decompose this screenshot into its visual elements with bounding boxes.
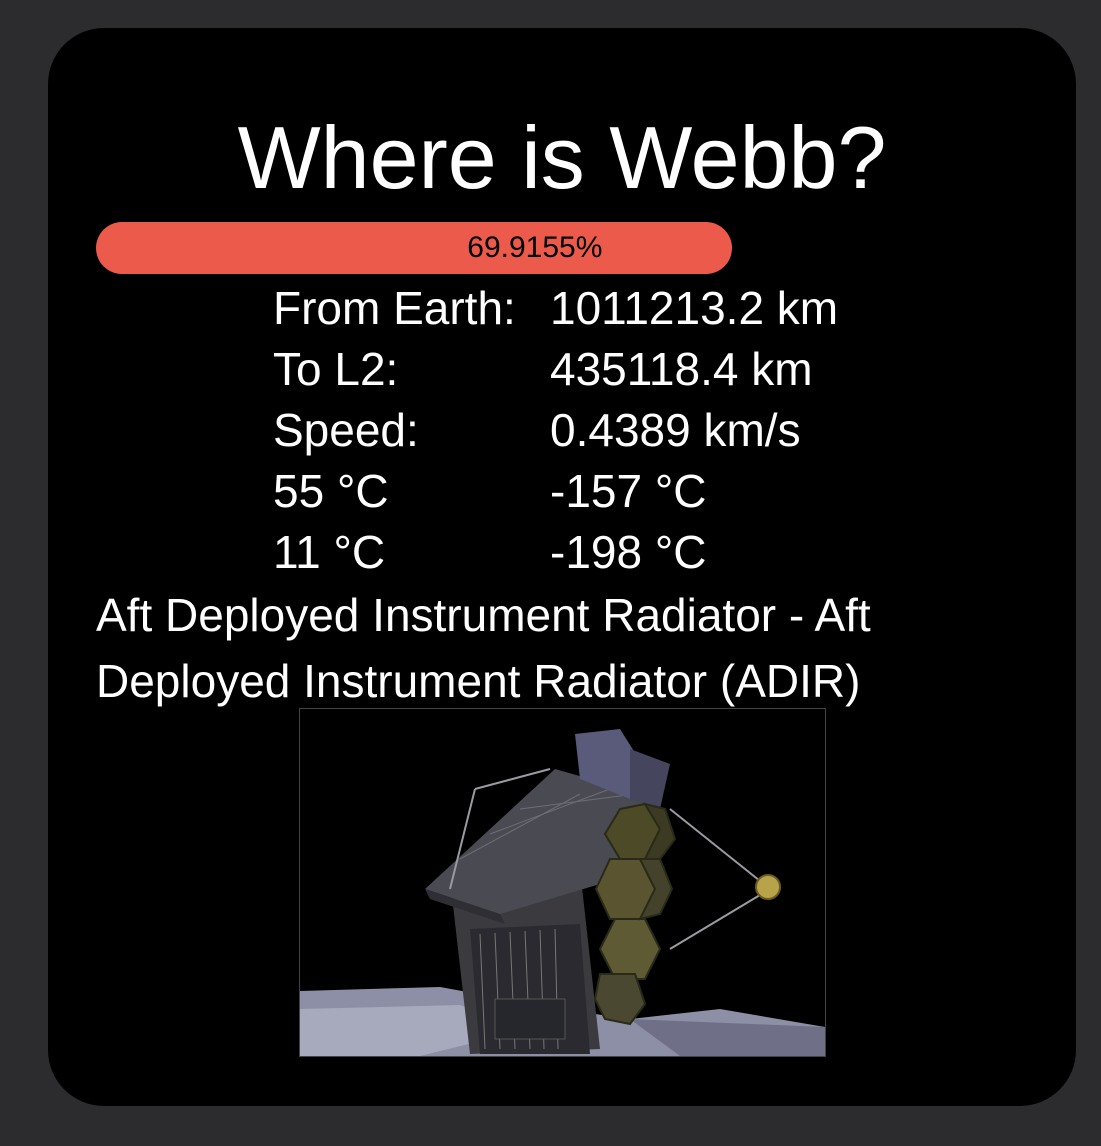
stat-row-temp-cold: 11 °C -198 °C <box>273 522 838 583</box>
stat-row-speed: Speed: 0.4389 km/s <box>273 400 838 461</box>
progress-bar: 69.9155% <box>96 222 1006 274</box>
webb-telescope-illustration <box>300 709 825 1056</box>
progress-label: 69.9155% <box>467 231 603 264</box>
stat-label: 11 °C <box>273 526 386 578</box>
stat-label: Speed: <box>273 404 419 456</box>
deployment-description: Aft Deployed Instrument Radiator - Aft D… <box>96 589 871 707</box>
stat-value: 435118.4 km <box>550 343 813 395</box>
webb-widget: Where is Webb? 69.9155% From Earth: 1011… <box>48 28 1076 1106</box>
telescope-image <box>299 708 826 1057</box>
stat-value: 0.4389 km/s <box>550 404 801 456</box>
stat-value: -198 °C <box>550 526 707 578</box>
stat-value: -157 °C <box>550 465 707 517</box>
stat-value: 1011213.2 km <box>550 282 839 334</box>
stat-row-temp-hot: 55 °C -157 °C <box>273 461 838 522</box>
stat-label: To L2: <box>273 343 399 395</box>
stat-label: 55 °C <box>273 465 389 517</box>
page-title: Where is Webb? <box>237 108 887 207</box>
stat-row-to-l2: To L2: 435118.4 km <box>273 339 838 400</box>
stats-list: From Earth: 1011213.2 km To L2: 435118.4… <box>273 278 838 583</box>
stat-label: From Earth: <box>273 282 516 334</box>
stat-row-from-earth: From Earth: 1011213.2 km <box>273 278 838 339</box>
